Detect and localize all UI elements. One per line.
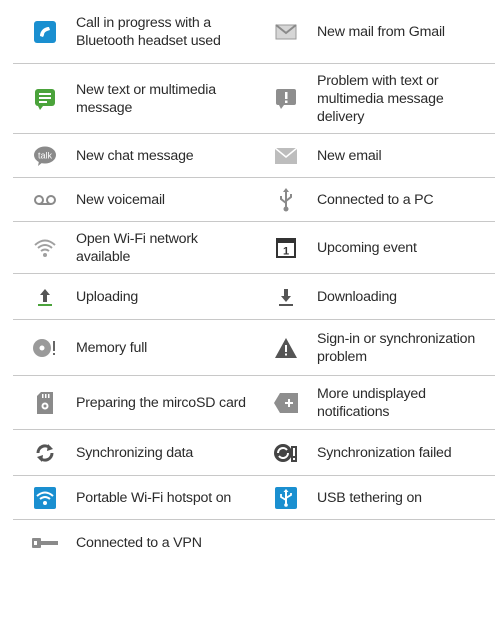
notification-label: Downloading: [317, 288, 397, 305]
sync-icon: [13, 442, 76, 464]
upload-icon: [13, 287, 76, 307]
notification-label: More undisplayed notifications: [317, 385, 426, 420]
table-cell: Memory full: [13, 320, 254, 375]
table-row: Uploading Downloading: [13, 274, 495, 320]
notification-label: New text or multimedia message: [76, 81, 216, 116]
notification-label: New chat message: [76, 147, 194, 164]
table-cell: Synchronization failed: [254, 430, 495, 475]
table-row: Memory full Sign-in or synchronization p…: [13, 320, 495, 376]
table-cell: Open Wi-Fi network available: [13, 222, 254, 273]
table-cell: talk New chat message: [13, 134, 254, 177]
table-cell: Sign-in or synchronization problem: [254, 320, 495, 375]
wifi-hotspot-icon: [13, 486, 76, 509]
download-icon: [254, 287, 317, 307]
table-row: Open Wi-Fi network available 1 Upcoming …: [13, 222, 495, 274]
notification-label: Upcoming event: [317, 239, 417, 256]
table-cell: USB tethering on: [254, 476, 495, 519]
table-row: Call in progress with a Bluetooth headse…: [13, 0, 495, 64]
notification-label: Synchronization failed: [317, 444, 452, 461]
notification-label: Sign-in or synchronization problem: [317, 330, 476, 365]
table-cell: Connected to a VPN: [13, 520, 254, 566]
notification-label: Connected to a PC: [317, 191, 434, 208]
svg-text:1: 1: [282, 245, 288, 257]
notification-label: Connected to a VPN: [76, 535, 202, 551]
table-cell: Downloading: [254, 274, 495, 319]
notification-label: Call in progress with a Bluetooth headse…: [76, 14, 221, 49]
text-message-icon: [13, 88, 76, 110]
notification-label: New email: [317, 147, 382, 164]
table-row: talk New chat message New email: [13, 134, 495, 178]
usb-tethering-icon: [254, 486, 317, 509]
phone-bluetooth-icon: [13, 20, 76, 43]
table-row: New text or multimedia message Problem w…: [13, 64, 495, 134]
table-cell: Problem with text or multimedia message …: [254, 64, 495, 133]
more-notifications-icon: [254, 392, 317, 413]
calendar-icon: 1: [254, 237, 317, 258]
message-problem-icon: [254, 88, 317, 110]
table-cell: Synchronizing data: [13, 430, 254, 475]
notification-label: Uploading: [76, 288, 139, 305]
notification-label: New voicemail: [76, 191, 165, 208]
notification-label: Open Wi-Fi network available: [76, 230, 198, 265]
table-cell: Portable Wi-Fi hotspot on: [13, 476, 254, 519]
wifi-open-icon: [13, 238, 76, 258]
table-cell: New text or multimedia message: [13, 64, 254, 133]
notification-label: Synchronizing data: [76, 444, 194, 461]
table-row: Preparing the mircoSD card More undispla…: [13, 376, 495, 430]
table-cell: New email: [254, 134, 495, 177]
notification-label: New mail from Gmail: [317, 23, 445, 40]
table-cell: Uploading: [13, 274, 254, 319]
svg-text:talk: talk: [37, 150, 52, 160]
warning-icon: [254, 337, 317, 359]
table-cell: More undisplayed notifications: [254, 376, 495, 429]
voicemail-icon: [13, 194, 76, 206]
notification-label: USB tethering on: [317, 489, 422, 506]
notification-icon-table: Call in progress with a Bluetooth headse…: [13, 0, 495, 566]
table-cell: New voicemail: [13, 178, 254, 221]
table-cell-empty: [254, 520, 495, 566]
table-row: New voicemail Connected to a PC: [13, 178, 495, 222]
notification-label: Problem with text or multimedia message …: [317, 72, 444, 125]
notification-label: Memory full: [76, 339, 148, 356]
memory-full-icon: [13, 337, 76, 359]
sd-card-icon: [13, 391, 76, 414]
table-row: Connected to a VPN: [13, 520, 495, 566]
usb-icon: [254, 187, 317, 212]
notification-label: Portable Wi-Fi hotspot on: [76, 489, 232, 506]
table-row: Portable Wi-Fi hotspot on USB tethering …: [13, 476, 495, 520]
table-cell: 1 Upcoming event: [254, 222, 495, 273]
talk-icon: talk: [13, 146, 76, 166]
table-cell: New mail from Gmail: [254, 0, 495, 63]
table-row: Synchronizing data Synchronization faile…: [13, 430, 495, 476]
gmail-icon: [254, 23, 317, 41]
table-cell: Call in progress with a Bluetooth headse…: [13, 0, 254, 63]
notification-label: Preparing the mircoSD card: [76, 394, 246, 411]
vpn-key-icon: [13, 536, 76, 550]
email-icon: [254, 147, 317, 164]
table-cell: Connected to a PC: [254, 178, 495, 221]
table-cell: Preparing the mircoSD card: [13, 376, 254, 429]
sync-failed-icon: [254, 442, 317, 464]
